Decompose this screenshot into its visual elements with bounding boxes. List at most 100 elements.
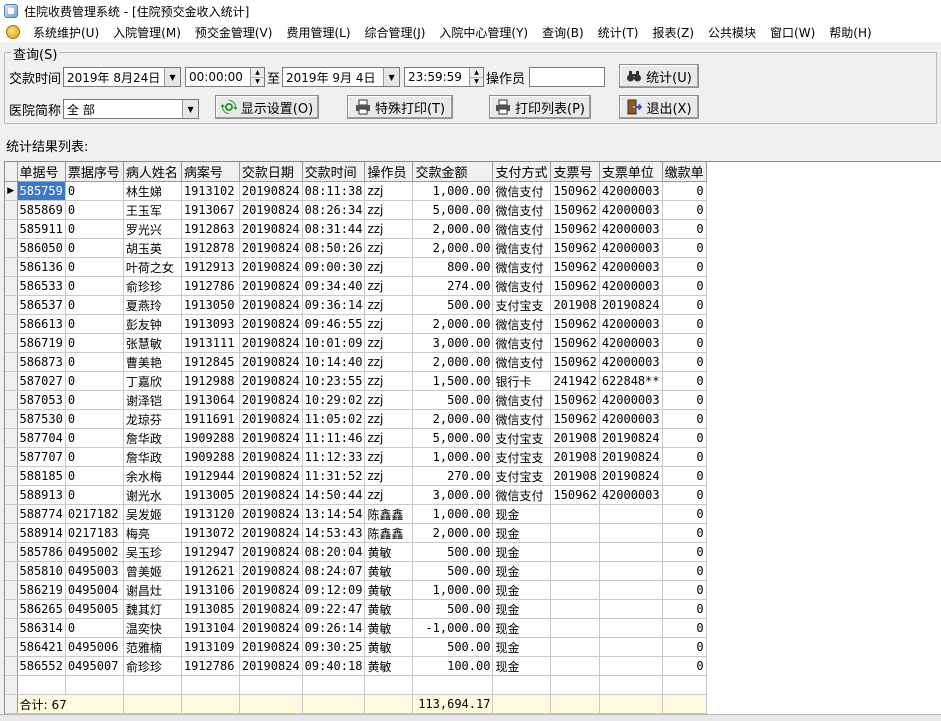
table-cell[interactable]: 587707 bbox=[17, 447, 66, 467]
table-cell[interactable]: 1909288 bbox=[181, 428, 240, 448]
table-cell[interactable]: 1912988 bbox=[181, 371, 240, 391]
table-cell[interactable]: 20190824 bbox=[599, 447, 663, 467]
table-cell[interactable]: 1,000.00 bbox=[412, 504, 494, 524]
hospital-select[interactable]: 全 部 ▼ bbox=[63, 99, 200, 119]
table-cell[interactable]: 42000003 bbox=[599, 390, 663, 410]
table-cell[interactable]: 0 bbox=[65, 371, 124, 391]
table-cell[interactable]: 201908 bbox=[550, 447, 600, 467]
table-row[interactable]: 585911 0 罗光兴 1912863 20190824 08:31:44 zzj 2,00… bbox=[5, 219, 707, 239]
table-cell[interactable]: 0 bbox=[65, 200, 124, 220]
table-cell[interactable]: 0 bbox=[65, 352, 124, 372]
table-cell[interactable]: 20190824 bbox=[599, 428, 663, 448]
row-indicator[interactable] bbox=[5, 485, 18, 505]
table-cell[interactable]: 1912913 bbox=[181, 257, 240, 277]
table-cell[interactable] bbox=[599, 561, 663, 581]
table-cell[interactable]: 588185 bbox=[17, 466, 66, 486]
table-cell[interactable]: 张慧敏 bbox=[123, 333, 182, 353]
table-cell[interactable]: 10:29:02 bbox=[302, 390, 366, 410]
table-cell[interactable]: 1913109 bbox=[181, 637, 240, 657]
table-cell[interactable]: 0 bbox=[662, 599, 707, 619]
table-cell[interactable]: 1912863 bbox=[181, 219, 240, 239]
table-cell[interactable]: 20190824 bbox=[239, 295, 303, 315]
row-indicator[interactable] bbox=[5, 276, 18, 296]
table-row[interactable]: 587707 0 詹华政 1909288 20190824 11:12:33 zzj 1,00… bbox=[5, 447, 707, 467]
table-cell[interactable] bbox=[599, 599, 663, 619]
table-cell[interactable]: 谢泽铠 bbox=[123, 390, 182, 410]
table-cell[interactable]: 20190824 bbox=[239, 181, 303, 201]
menu-window[interactable]: 窗口(W) bbox=[763, 24, 822, 41]
table-row[interactable]: 587530 0 龙琼芬 1911691 20190824 11:05:02 zzj 2,00… bbox=[5, 409, 707, 429]
table-row[interactable]: 587704 0 詹华政 1909288 20190824 11:11:46 zzj 5,00… bbox=[5, 428, 707, 448]
table-cell[interactable]: 588914 bbox=[17, 523, 66, 543]
table-row[interactable]: 585869 0 王玉军 1913067 20190824 08:26:34 zzj 5,00… bbox=[5, 200, 707, 220]
table-cell[interactable]: 150962 bbox=[550, 314, 600, 334]
table-cell[interactable]: 谢昌灶 bbox=[123, 580, 182, 600]
table-row[interactable]: 586552 0495007 俞珍珍 1912786 20190824 09:40:18 黄… bbox=[5, 656, 707, 676]
table-cell[interactable]: 1913072 bbox=[181, 523, 240, 543]
table-cell[interactable]: 0 bbox=[65, 428, 124, 448]
table-cell[interactable]: 500.00 bbox=[412, 295, 494, 315]
table-cell[interactable]: 201908 bbox=[550, 295, 600, 315]
table-cell[interactable]: 0 bbox=[662, 542, 707, 562]
table-cell[interactable]: 2,000.00 bbox=[412, 238, 494, 258]
table-cell[interactable]: 叶荷之女 bbox=[123, 257, 182, 277]
table-cell[interactable]: 支付宝支 bbox=[492, 295, 552, 315]
table-cell[interactable]: 0 bbox=[662, 181, 707, 201]
table-cell[interactable]: 201908 bbox=[550, 428, 600, 448]
table-cell[interactable]: 现金 bbox=[492, 618, 552, 638]
table-cell[interactable] bbox=[599, 542, 663, 562]
table-cell[interactable]: 0 bbox=[662, 371, 707, 391]
table-cell[interactable]: 42000003 bbox=[599, 276, 663, 296]
end-time-field[interactable]: 23:59:59 ▲ ▼ bbox=[404, 67, 485, 87]
table-cell[interactable]: zzj bbox=[364, 276, 414, 296]
row-indicator[interactable] bbox=[5, 295, 18, 315]
table-cell[interactable] bbox=[599, 504, 663, 524]
table-cell[interactable]: 微信支付 bbox=[492, 200, 552, 220]
table-cell[interactable]: 150962 bbox=[550, 333, 600, 353]
table-cell[interactable]: 20190824 bbox=[239, 599, 303, 619]
table-cell[interactable]: 2,000.00 bbox=[412, 352, 494, 372]
table-cell[interactable]: 0 bbox=[65, 447, 124, 467]
row-indicator[interactable] bbox=[5, 428, 18, 448]
table-cell[interactable]: 20190824 bbox=[239, 371, 303, 391]
start-time-spinner[interactable]: ▲ ▼ bbox=[250, 68, 265, 86]
table-cell[interactable]: 1909288 bbox=[181, 447, 240, 467]
menu-fees[interactable]: 费用管理(L) bbox=[279, 24, 357, 41]
table-cell[interactable]: 586219 bbox=[17, 580, 66, 600]
table-cell[interactable]: 0495004 bbox=[65, 580, 124, 600]
table-cell[interactable]: 0495003 bbox=[65, 561, 124, 581]
table-cell[interactable]: 11:12:33 bbox=[302, 447, 366, 467]
table-cell[interactable]: 1912786 bbox=[181, 276, 240, 296]
table-cell[interactable]: 1912944 bbox=[181, 466, 240, 486]
table-cell[interactable]: 1912878 bbox=[181, 238, 240, 258]
table-cell[interactable]: 现金 bbox=[492, 542, 552, 562]
table-cell[interactable]: 20190824 bbox=[239, 238, 303, 258]
table-cell[interactable]: 0 bbox=[662, 618, 707, 638]
table-cell[interactable]: zzj bbox=[364, 333, 414, 353]
table-cell[interactable]: 微信支付 bbox=[492, 238, 552, 258]
table-cell[interactable]: 0 bbox=[662, 276, 707, 296]
table-cell[interactable]: 黄敏 bbox=[364, 542, 414, 562]
table-cell[interactable]: 08:20:04 bbox=[302, 542, 366, 562]
results-grid[interactable]: 单据号 票据序号 病人姓名 病案号 交款日期 交款时间 操作员 交款金额 支付方… bbox=[4, 161, 941, 714]
table-cell[interactable]: 1912845 bbox=[181, 352, 240, 372]
table-cell[interactable]: 黄敏 bbox=[364, 580, 414, 600]
table-cell[interactable]: 20190824 bbox=[239, 352, 303, 372]
table-cell[interactable]: 0 bbox=[662, 409, 707, 429]
table-cell[interactable] bbox=[550, 561, 600, 581]
table-cell[interactable]: 1913005 bbox=[181, 485, 240, 505]
table-cell[interactable]: zzj bbox=[364, 181, 414, 201]
table-cell[interactable]: 08:50:26 bbox=[302, 238, 366, 258]
row-indicator[interactable] bbox=[5, 314, 18, 334]
table-row[interactable]: 586421 0495006 范雅楠 1913109 20190824 09:30:25 黄… bbox=[5, 637, 707, 657]
table-cell[interactable]: 0 bbox=[662, 219, 707, 239]
table-cell[interactable]: 270.00 bbox=[412, 466, 494, 486]
table-cell[interactable]: 150962 bbox=[550, 485, 600, 505]
row-indicator[interactable] bbox=[5, 599, 18, 619]
table-cell[interactable]: 支付宝支 bbox=[492, 428, 552, 448]
end-date-picker[interactable]: 2019年 9月 4日 ▼ bbox=[282, 67, 401, 87]
table-cell[interactable]: 201908 bbox=[550, 466, 600, 486]
table-cell[interactable]: 585869 bbox=[17, 200, 66, 220]
table-cell[interactable]: 魏其灯 bbox=[123, 599, 182, 619]
table-cell[interactable]: 10:23:55 bbox=[302, 371, 366, 391]
